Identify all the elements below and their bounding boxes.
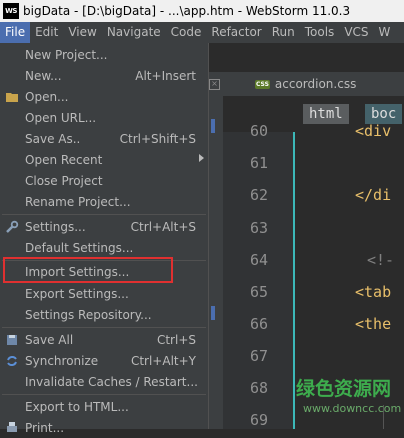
css-file-icon: CSS bbox=[255, 79, 270, 89]
menu-view[interactable]: View bbox=[63, 22, 101, 43]
menu-item-open-url[interactable]: Open URL... bbox=[0, 108, 208, 128]
menu-item-default-settings[interactable]: Default Settings... bbox=[0, 238, 208, 258]
menu-navigate[interactable]: Navigate bbox=[102, 22, 166, 43]
file-menu-dropdown: New Project... New... Alt+Insert Open...… bbox=[0, 43, 209, 435]
tab-accordion-css[interactable]: CSS accordion.css bbox=[255, 72, 356, 96]
wrench-icon bbox=[5, 220, 19, 234]
code-line[interactable]: <!- bbox=[367, 251, 394, 269]
line-number: 65 bbox=[249, 283, 268, 301]
menu-tools[interactable]: Tools bbox=[300, 22, 340, 43]
menu-separator bbox=[2, 214, 206, 215]
window-title: bigData - [D:\bigData] - ...\app.htm - W… bbox=[23, 4, 351, 18]
print-icon bbox=[5, 421, 19, 435]
gutter-change-line bbox=[293, 132, 295, 429]
menubar: File Edit View Navigate Code Refactor Ru… bbox=[0, 22, 404, 43]
code-line[interactable]: </di bbox=[355, 186, 391, 204]
menu-item-save-all[interactable]: Save All Ctrl+S bbox=[0, 330, 208, 350]
menu-run[interactable]: Run bbox=[267, 22, 300, 43]
menu-window[interactable]: W bbox=[374, 22, 396, 43]
tool-window-marker[interactable] bbox=[211, 119, 215, 133]
menu-code[interactable]: Code bbox=[166, 22, 207, 43]
submenu-arrow-icon bbox=[199, 154, 204, 162]
line-number: 69 bbox=[249, 411, 268, 429]
menu-item-rename-project[interactable]: Rename Project... bbox=[0, 192, 208, 212]
menu-item-print[interactable]: Print... bbox=[0, 418, 208, 438]
line-number: 61 bbox=[249, 154, 268, 172]
line-number: 60 bbox=[249, 122, 268, 140]
breadcrumb-html[interactable]: html bbox=[303, 104, 349, 124]
menu-edit[interactable]: Edit bbox=[30, 22, 63, 43]
menu-item-synchronize[interactable]: Synchronize Ctrl+Alt+Y bbox=[0, 351, 208, 371]
code-line[interactable]: <the bbox=[355, 315, 391, 333]
watermark-url: www.downcc.com bbox=[303, 402, 402, 415]
menu-separator bbox=[2, 327, 206, 328]
code-line[interactable]: <tab bbox=[355, 283, 391, 301]
tab-label: accordion.css bbox=[274, 77, 357, 91]
line-number: 63 bbox=[249, 219, 268, 237]
menu-item-open[interactable]: Open... bbox=[0, 87, 208, 107]
breadcrumb-body[interactable]: boc bbox=[365, 104, 403, 124]
left-tool-strip bbox=[209, 96, 223, 429]
sync-icon bbox=[5, 354, 19, 368]
menu-separator bbox=[2, 394, 206, 395]
line-number: 62 bbox=[249, 186, 268, 204]
menu-item-invalidate-caches[interactable]: Invalidate Caches / Restart... bbox=[0, 372, 208, 392]
menu-item-new[interactable]: New... Alt+Insert bbox=[0, 66, 208, 86]
menu-item-save-as[interactable]: Save As.. Ctrl+Shift+S bbox=[0, 129, 208, 149]
tab-previous[interactable]: × bbox=[209, 72, 224, 96]
menu-item-new-project[interactable]: New Project... bbox=[0, 45, 208, 65]
menu-item-close-project[interactable]: Close Project bbox=[0, 171, 208, 191]
tool-window-marker[interactable] bbox=[211, 306, 215, 320]
line-number: 68 bbox=[249, 379, 268, 397]
save-all-icon bbox=[5, 333, 19, 347]
menu-refactor[interactable]: Refactor bbox=[206, 22, 266, 43]
webstorm-logo-icon: WS bbox=[3, 3, 19, 19]
watermark-title: 绿色资源网 bbox=[296, 378, 392, 400]
line-number: 66 bbox=[249, 315, 268, 333]
menu-file[interactable]: File bbox=[0, 22, 31, 43]
menu-item-export-html[interactable]: Export to HTML... bbox=[0, 397, 208, 417]
line-number: 64 bbox=[249, 251, 268, 269]
folder-icon bbox=[5, 90, 19, 104]
editor-tab-bar: × CSS accordion.css bbox=[209, 72, 404, 97]
menu-vcs[interactable]: VCS bbox=[339, 22, 373, 43]
menu-item-open-recent[interactable]: Open Recent bbox=[0, 150, 208, 170]
menu-item-settings[interactable]: Settings... Ctrl+Alt+S bbox=[0, 217, 208, 237]
menu-item-export-settings[interactable]: Export Settings... bbox=[0, 284, 208, 304]
menu-item-settings-repository[interactable]: Settings Repository... bbox=[0, 305, 208, 325]
highlight-box bbox=[3, 257, 173, 283]
window-titlebar: WS bigData - [D:\bigData] - ...\app.htm … bbox=[0, 0, 404, 22]
close-icon[interactable]: × bbox=[209, 78, 220, 90]
code-line[interactable]: <div bbox=[355, 122, 391, 140]
line-number: 67 bbox=[249, 347, 268, 365]
